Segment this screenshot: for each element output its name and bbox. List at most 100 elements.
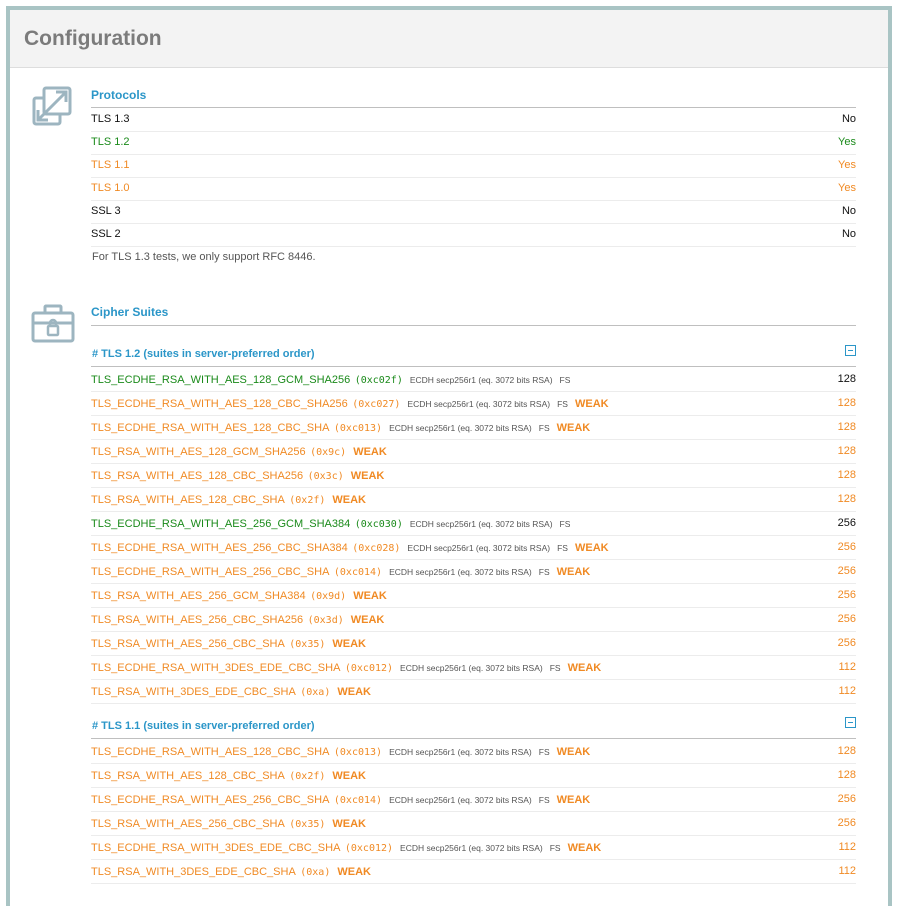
cipher-group-title: # TLS 1.2 (suites in server-preferred or…: [92, 348, 315, 360]
forward-secrecy-label: FS: [538, 567, 550, 577]
protocol-name: SSL 2: [91, 228, 121, 240]
cipher-group-title: # TLS 1.1 (suites in server-preferred or…: [92, 720, 315, 732]
collapse-minus-icon[interactable]: [845, 717, 856, 728]
weak-badge: WEAK: [556, 794, 591, 806]
forward-secrecy-label: FS: [549, 843, 561, 853]
cipher-suite-row: TLS_ECDHE_RSA_WITH_3DES_EDE_CBC_SHA (0xc…: [91, 835, 856, 860]
cipher-suite-row: TLS_ECDHE_RSA_WITH_AES_256_GCM_SHA384 (0…: [91, 511, 856, 536]
key-exchange-info: ECDH secp256r1 (eq. 3072 bits RSA): [409, 519, 553, 529]
protocol-row: TLS 1.3 No: [91, 108, 856, 132]
cipher-suite-row: TLS_ECDHE_RSA_WITH_AES_128_CBC_SHA (0xc0…: [91, 415, 856, 440]
cipher-suite-code: (0x35): [289, 819, 326, 830]
weak-badge: WEAK: [574, 542, 609, 554]
cipher-suites-divider: [91, 325, 856, 326]
cipher-suite-row: TLS_RSA_WITH_AES_256_GCM_SHA384 (0x9d) WE…: [91, 583, 856, 608]
cipher-suite-code: (0xc013): [333, 747, 383, 758]
cipher-suite-name: TLS_ECDHE_RSA_WITH_AES_128_CBC_SHA256: [91, 398, 348, 410]
cipher-suite-name: TLS_RSA_WITH_AES_128_CBC_SHA: [91, 494, 285, 506]
collapse-minus-icon[interactable]: [845, 345, 856, 356]
cipher-suite-name: TLS_RSA_WITH_3DES_EDE_CBC_SHA: [91, 686, 296, 698]
cipher-suite-name: TLS_ECDHE_RSA_WITH_AES_256_CBC_SHA: [91, 794, 330, 806]
key-exchange-info: ECDH secp256r1 (eq. 3072 bits RSA): [389, 423, 532, 433]
page-title: Configuration: [24, 27, 162, 50]
expand-arrows-icon: [30, 84, 74, 133]
protocol-name: TLS 1.2: [91, 136, 130, 148]
protocol-row: SSL 2 No: [91, 223, 856, 247]
configuration-panel: Configuration Protocols TLS 1.3 No TLS 1.2…: [6, 6, 892, 906]
protocols-section: Protocols TLS 1.3 No TLS 1.2 Yes TLS 1.1 Yes T…: [91, 87, 856, 267]
cipher-suite-row: TLS_RSA_WITH_3DES_EDE_CBC_SHA (0xa) WEAK 1…: [91, 679, 856, 704]
forward-secrecy-label: FS: [557, 543, 568, 553]
cipher-suite-code: (0x9c): [310, 447, 347, 458]
cipher-suite-code: (0x9d): [310, 591, 347, 602]
cipher-suite-row: TLS_RSA_WITH_AES_128_CBC_SHA (0x2f) WEAK 1…: [91, 487, 856, 512]
protocol-support-value: Yes: [838, 182, 856, 194]
forward-secrecy-label: FS: [549, 663, 561, 673]
cipher-suite-name: TLS_ECDHE_RSA_WITH_AES_256_GCM_SHA384: [91, 518, 351, 530]
protocols-note: For TLS 1.3 tests, we only support RFC 8…: [92, 251, 316, 263]
cipher-suite-row: TLS_RSA_WITH_AES_256_CBC_SHA (0x35) WEAK 2…: [91, 631, 856, 656]
cipher-suite-name: TLS_RSA_WITH_3DES_EDE_CBC_SHA: [91, 866, 296, 878]
cipher-bits: 256: [837, 613, 856, 625]
weak-badge: WEAK: [332, 494, 366, 506]
cipher-bits: 256: [837, 589, 856, 601]
cipher-suite-name: TLS_ECDHE_RSA_WITH_AES_128_CBC_SHA: [91, 422, 330, 434]
cipher-suite-code: (0x3d): [307, 615, 344, 626]
weak-badge: WEAK: [337, 686, 371, 698]
protocol-name: TLS 1.3: [91, 113, 130, 125]
forward-secrecy-label: FS: [559, 519, 571, 529]
forward-secrecy-label: FS: [559, 375, 571, 385]
cipher-suite-name: TLS_RSA_WITH_AES_256_GCM_SHA384: [91, 590, 306, 602]
weak-badge: WEAK: [556, 746, 591, 758]
cipher-bits: 112: [838, 865, 856, 877]
cipher-suite-row: TLS_ECDHE_RSA_WITH_AES_256_CBC_SHA (0xc0…: [91, 787, 856, 812]
cipher-suite-name: TLS_ECDHE_RSA_WITH_AES_128_CBC_SHA: [91, 746, 330, 758]
forward-secrecy-label: FS: [538, 747, 550, 757]
cipher-bits: 256: [837, 565, 856, 577]
cipher-suite-row: TLS_RSA_WITH_3DES_EDE_CBC_SHA (0xa) WEAK 1…: [91, 859, 856, 884]
cipher-bits: 128: [837, 397, 856, 409]
cipher-suite-row: TLS_RSA_WITH_AES_128_GCM_SHA256 (0x9c) WE…: [91, 439, 856, 464]
cipher-suites-section: Cipher Suites # TLS 1.2 (suites in serve…: [91, 304, 856, 894]
cipher-suite-name: TLS_RSA_WITH_AES_128_GCM_SHA256: [91, 446, 306, 458]
cipher-suite-code: (0xc012): [344, 843, 394, 854]
cipher-bits: 112: [838, 661, 856, 673]
key-exchange-info: ECDH secp256r1 (eq. 3072 bits RSA): [389, 567, 532, 577]
cipher-suite-row: TLS_RSA_WITH_AES_128_CBC_SHA (0x2f) WEAK 1…: [91, 763, 856, 788]
cipher-suite-name: TLS_ECDHE_RSA_WITH_AES_256_CBC_SHA384: [91, 542, 348, 554]
cipher-bits: 256: [837, 817, 856, 829]
key-exchange-info: ECDH secp256r1 (eq. 3072 bits RSA): [389, 795, 532, 805]
protocol-support-value: No: [841, 113, 856, 125]
key-exchange-info: ECDH secp256r1 (eq. 3072 bits RSA): [407, 543, 551, 553]
protocol-row: TLS 1.1 Yes: [91, 154, 856, 178]
cipher-suite-row: TLS_RSA_WITH_AES_128_CBC_SHA256 (0x3c) WE…: [91, 463, 856, 488]
weak-badge: WEAK: [332, 818, 366, 830]
key-exchange-info: ECDH secp256r1 (eq. 3072 bits RSA): [400, 663, 543, 673]
cipher-suite-code: (0xa): [300, 687, 331, 698]
cipher-suite-name: TLS_RSA_WITH_AES_256_CBC_SHA: [91, 638, 285, 650]
cipher-suites-title: Cipher Suites: [91, 305, 169, 319]
cipher-bits: 128: [837, 769, 856, 781]
weak-badge: WEAK: [556, 566, 591, 578]
protocol-name: TLS 1.1: [91, 159, 130, 171]
protocol-support-value: Yes: [838, 159, 856, 171]
cipher-bits: 128: [837, 445, 856, 457]
weak-badge: WEAK: [353, 446, 387, 458]
weak-badge: WEAK: [567, 662, 602, 674]
forward-secrecy-label: FS: [557, 399, 568, 409]
key-exchange-info: ECDH secp256r1 (eq. 3072 bits RSA): [400, 843, 543, 853]
protocol-row: SSL 3 No: [91, 200, 856, 224]
cipher-bits: 128: [837, 469, 856, 481]
protocol-row: TLS 1.0 Yes: [91, 177, 856, 201]
cipher-suite-name: TLS_RSA_WITH_AES_256_CBC_SHA256: [91, 614, 304, 626]
cipher-bits: 128: [837, 745, 856, 757]
cipher-suite-row: TLS_ECDHE_RSA_WITH_AES_128_CBC_SHA (0xc0…: [91, 739, 856, 764]
cipher-suite-code: (0xc012): [344, 663, 394, 674]
protocol-name: SSL 3: [91, 205, 121, 217]
weak-badge: WEAK: [556, 422, 591, 434]
cipher-suite-code: (0xc014): [333, 567, 383, 578]
cipher-bits: 256: [837, 637, 856, 649]
key-exchange-info: ECDH secp256r1 (eq. 3072 bits RSA): [389, 747, 532, 757]
weak-badge: WEAK: [353, 590, 387, 602]
forward-secrecy-label: FS: [538, 795, 550, 805]
